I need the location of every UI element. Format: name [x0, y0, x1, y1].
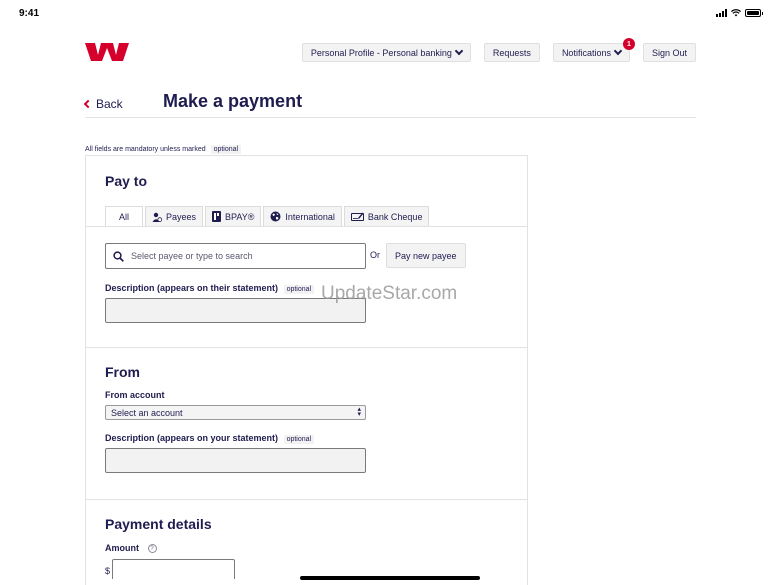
- profile-label: Personal Profile - Personal banking: [310, 47, 452, 58]
- chevron-down-icon: [454, 46, 464, 56]
- notifications-label: Notifications: [561, 47, 611, 58]
- notifications-badge: 1: [622, 38, 635, 50]
- bpay-icon: [212, 211, 222, 222]
- payment-details-title: Payment details: [105, 516, 212, 532]
- chevron-down-icon: [613, 46, 623, 56]
- sign-out-button[interactable]: Sign Out: [642, 43, 696, 62]
- amount-label: Amount ?: [105, 543, 157, 554]
- your-description-label: Description (appears on your statement) …: [105, 433, 315, 444]
- search-placeholder: Select payee or type to search: [131, 251, 253, 261]
- person-icon: [152, 212, 163, 222]
- label-text: Description (appears on your statement): [105, 433, 279, 443]
- amount-input[interactable]: [112, 559, 235, 579]
- chevron-left-icon: [83, 99, 93, 109]
- your-description-input[interactable]: [105, 448, 366, 473]
- help-icon[interactable]: ?: [147, 544, 157, 554]
- status-indicators: [716, 9, 763, 17]
- optional-tag: optional: [283, 435, 315, 444]
- pay-new-payee-button[interactable]: Pay new payee: [386, 243, 466, 268]
- mandatory-note: All fields are mandatory unless marked o…: [85, 145, 242, 154]
- select-arrows-icon: ▴ ▾: [357, 406, 361, 418]
- tab-all[interactable]: All: [105, 206, 144, 227]
- pay-new-payee-label: Pay new payee: [395, 250, 457, 261]
- requests-label: Requests: [492, 47, 531, 58]
- payee-type-tabs: All Payees BPAY® International Bank Cheq…: [105, 206, 431, 227]
- page-title: Make a payment: [163, 91, 303, 111]
- tab-label: International: [285, 211, 335, 222]
- from-account-label: From account: [105, 390, 165, 400]
- tab-bpay[interactable]: BPAY®: [205, 206, 262, 227]
- back-link[interactable]: Back: [83, 97, 123, 111]
- profile-dropdown[interactable]: Personal Profile - Personal banking: [301, 43, 471, 62]
- search-icon: [113, 250, 124, 262]
- battery-icon: [745, 9, 763, 17]
- status-time: 9:41: [19, 8, 40, 19]
- globe-icon: [270, 211, 281, 222]
- requests-button[interactable]: Requests: [483, 43, 540, 62]
- label-text: Amount: [105, 543, 139, 553]
- from-account-select[interactable]: Select an account ▴ ▾: [105, 405, 366, 420]
- sign-out-label: Sign Out: [651, 47, 687, 58]
- tab-label: Payees: [166, 211, 197, 222]
- currency-symbol: $: [105, 566, 111, 576]
- wifi-icon: [731, 9, 741, 17]
- tab-international[interactable]: International: [263, 206, 342, 227]
- home-indicator[interactable]: [300, 576, 480, 580]
- payment-details-section: Payment details Amount ? $: [86, 499, 527, 585]
- tab-label: All: [119, 211, 130, 222]
- pay-to-title: Pay to: [105, 173, 148, 189]
- tab-bank-cheque[interactable]: Bank Cheque: [343, 206, 430, 227]
- optional-tag: optional: [210, 145, 242, 154]
- label-text: Description (appears on their statement): [105, 283, 279, 293]
- tabs-divider: [86, 226, 527, 227]
- tab-payees[interactable]: Payees: [145, 206, 204, 227]
- divider: [85, 117, 696, 118]
- payee-search-input[interactable]: Select payee or type to search: [105, 243, 366, 269]
- optional-tag: optional: [283, 285, 315, 294]
- cellular-signal-icon: [716, 9, 727, 17]
- notifications-dropdown[interactable]: Notifications 1: [552, 38, 635, 62]
- payment-form: Pay to All Payees BPAY® International Ba…: [85, 155, 528, 585]
- back-label: Back: [96, 97, 123, 111]
- pay-to-section: Pay to All Payees BPAY® International Ba…: [86, 156, 527, 347]
- cheque-icon: [350, 212, 364, 221]
- status-bar: 9:41: [0, 0, 780, 26]
- or-label: Or: [370, 250, 380, 260]
- from-title: From: [105, 364, 140, 380]
- tab-label: Bank Cheque: [367, 211, 423, 222]
- top-nav: Personal Profile - Personal banking Requ…: [301, 38, 696, 62]
- select-value: Select an account: [111, 407, 183, 418]
- tab-label: BPAY®: [225, 211, 255, 222]
- from-section: From From account Select an account ▴ ▾ D…: [86, 347, 527, 499]
- their-description-label: Description (appears on their statement)…: [105, 283, 315, 294]
- mandatory-text: All fields are mandatory unless marked: [85, 146, 206, 153]
- westpac-logo-icon[interactable]: [85, 43, 129, 66]
- watermark: UpdateStar.com: [321, 283, 458, 304]
